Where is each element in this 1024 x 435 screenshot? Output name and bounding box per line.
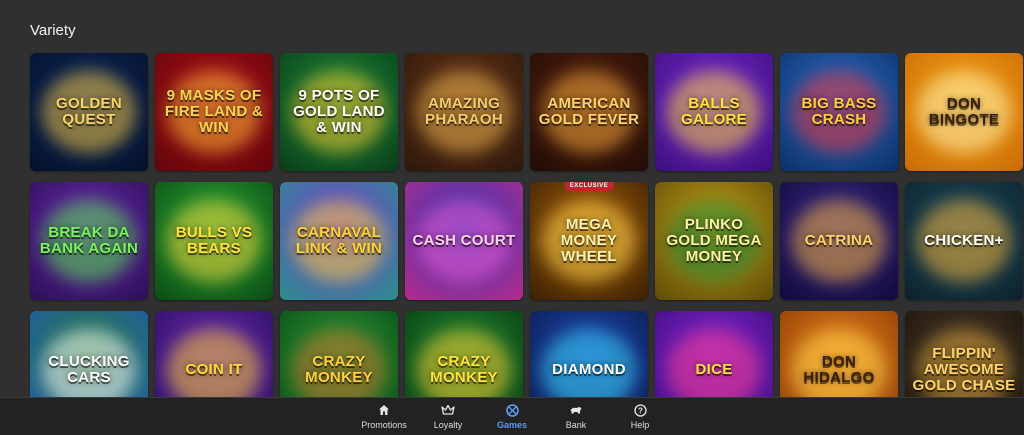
games-icon (505, 403, 519, 417)
nav-label-bank: Bank (565, 420, 587, 430)
game-title: Flippin' Awesome Gold Chase (912, 345, 1016, 394)
game-tile[interactable]: Cash Court (405, 182, 523, 300)
nav-bank[interactable]: Bank (544, 403, 608, 430)
crown-icon (441, 403, 455, 417)
nav-label-promotions: Promotions (361, 420, 407, 430)
game-title: Carnaval Link & Win (295, 224, 383, 257)
game-title: Big Bass Crash (801, 95, 877, 128)
game-title: Don Bingote (928, 95, 1000, 128)
game-tile[interactable]: EXCLUSIVE Mega Money Wheel (530, 182, 648, 300)
game-tile[interactable]: Chicken+ (905, 182, 1023, 300)
game-title: Chicken+ (924, 232, 1004, 250)
game-title: Crazy Monkey (430, 353, 498, 386)
game-title: Mega Money Wheel (560, 216, 618, 265)
game-title: Diamond (552, 361, 626, 379)
nav-label-help: Help (630, 420, 650, 430)
game-title: Amazing Pharaoh (425, 95, 503, 128)
game-title: American Gold Fever (538, 95, 640, 128)
game-title: Clucking Cars (48, 353, 130, 386)
game-tile[interactable]: 9 Masks of Fire Land & Win (155, 53, 273, 171)
game-tile[interactable]: Big Bass Crash (780, 53, 898, 171)
game-title: Coin It (185, 361, 243, 379)
home-icon (378, 403, 390, 417)
game-title: Break da Bank Again (39, 224, 139, 257)
game-title: 9 Masks of Fire Land & Win (164, 87, 264, 136)
game-title: Catrina (804, 232, 874, 250)
game-tile[interactable]: American Gold Fever (530, 53, 648, 171)
svg-text:?: ? (638, 406, 643, 415)
game-tile[interactable]: Break da Bank Again (30, 182, 148, 300)
nav-label-games: Games (496, 420, 528, 430)
game-tile[interactable]: Plinko Gold Mega Money (655, 182, 773, 300)
game-tile[interactable]: Golden Quest (30, 53, 148, 171)
game-tile[interactable]: 9 Pots of Gold Land & Win (280, 53, 398, 171)
game-tile[interactable]: Catrina (780, 182, 898, 300)
help-icon: ? (633, 403, 647, 417)
game-title: 9 Pots of Gold Land & Win (293, 87, 385, 136)
game-tile[interactable]: Bulls vs Bears (155, 182, 273, 300)
game-title: Golden Quest (56, 95, 122, 128)
game-title: Dice (695, 361, 733, 379)
nav-promotions[interactable]: Promotions (352, 403, 416, 430)
game-title: Don Hidalgo (803, 353, 875, 386)
bank-icon (569, 403, 583, 417)
game-title: Bulls vs Bears (175, 224, 253, 257)
game-grid: Golden Quest 9 Masks of Fire Land & Win 9 … (30, 53, 1023, 429)
game-tile[interactable]: Carnaval Link & Win (280, 182, 398, 300)
game-title: Cash Court (412, 232, 516, 250)
game-title: Plinko Gold Mega Money (666, 216, 762, 265)
bottom-nav: Promotions Loyalty Games Bank ? Help (0, 397, 1024, 435)
nav-label-loyalty: Loyalty (433, 420, 463, 430)
nav-loyalty[interactable]: Loyalty (416, 403, 480, 430)
game-tile[interactable]: Balls Galore (655, 53, 773, 171)
nav-help[interactable]: ? Help (608, 403, 672, 430)
game-tile[interactable]: Amazing Pharaoh (405, 53, 523, 171)
game-title: Balls Galore (681, 95, 747, 128)
exclusive-badge: EXCLUSIVE (564, 182, 614, 191)
nav-games[interactable]: Games (480, 403, 544, 430)
game-tile[interactable]: Don Bingote (905, 53, 1023, 171)
section-title: Variety (30, 22, 76, 39)
game-title: Crazy Monkey (305, 353, 373, 386)
